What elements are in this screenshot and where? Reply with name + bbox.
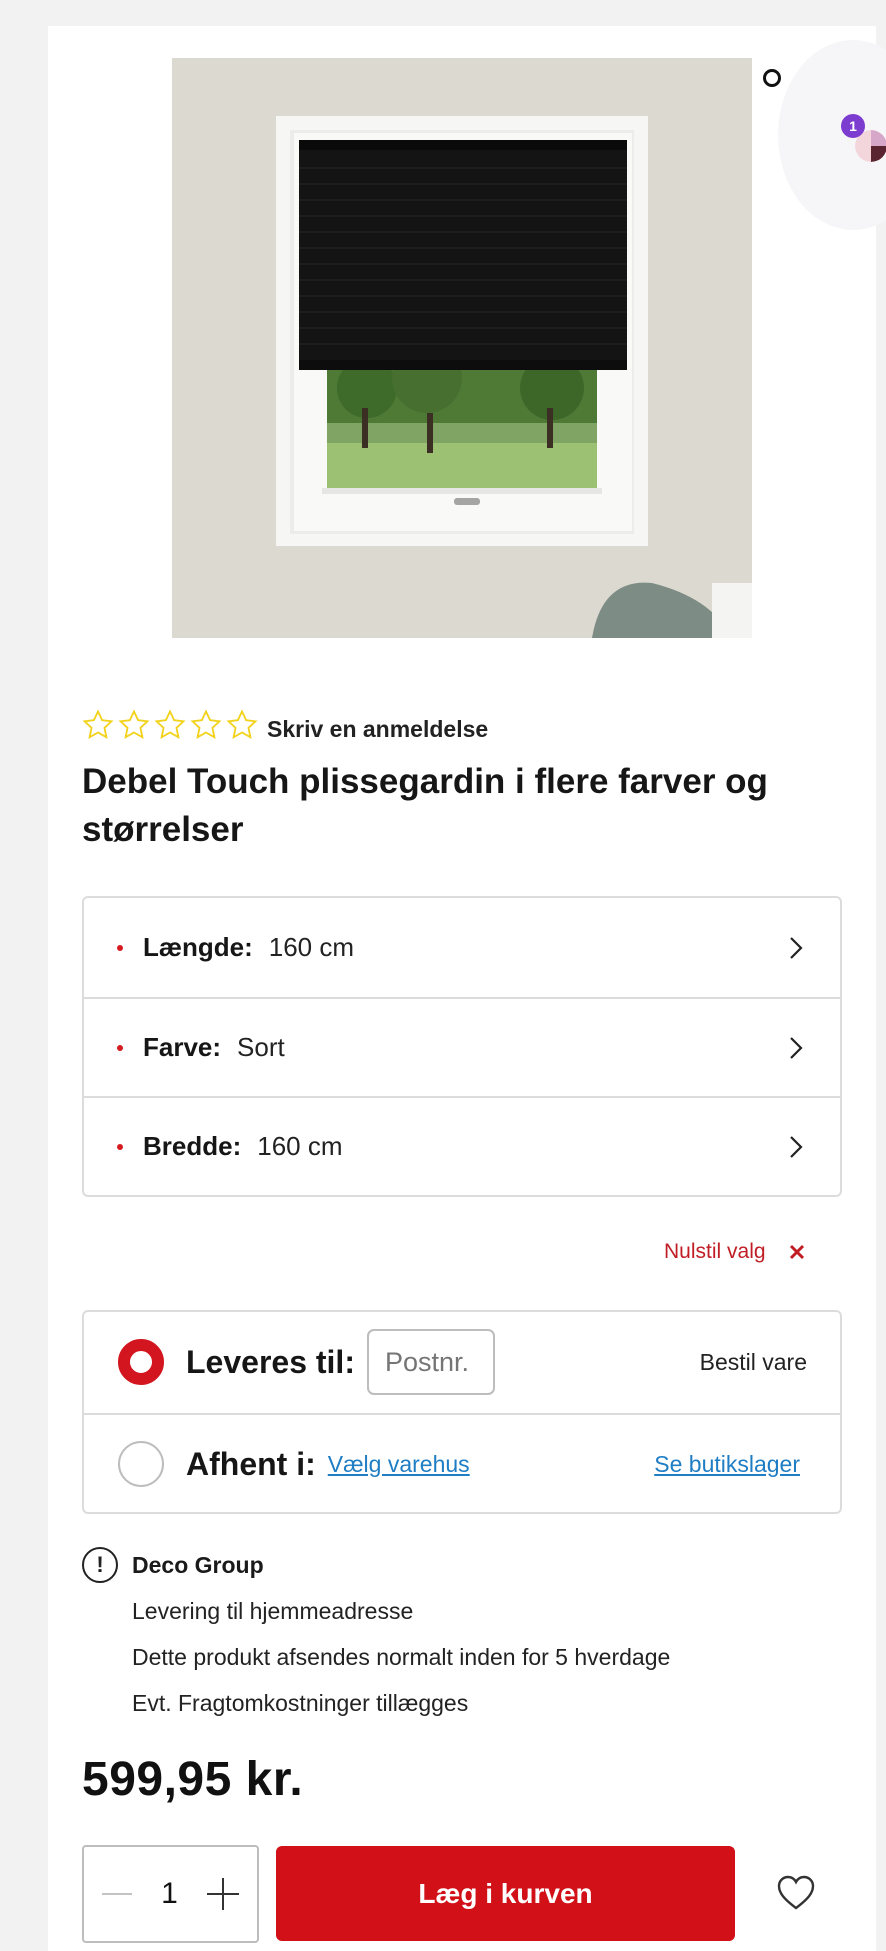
reset-label: Nulstil valg — [664, 1240, 766, 1263]
product-price: 599,95 kr. — [82, 1753, 304, 1806]
vendor-info-line: Levering til hjemmeadresse — [132, 1598, 414, 1624]
required-dot — [117, 1143, 123, 1150]
order-item-text: Bestil vare — [699, 1348, 807, 1375]
reset-selection-button[interactable]: Nulstil valg — [664, 1240, 806, 1264]
product-image[interactable] — [172, 58, 752, 638]
choose-store-link[interactable]: Vælg varehus — [328, 1451, 470, 1478]
option-length[interactable]: Længde: 160 cm — [84, 898, 840, 997]
pickup-radio[interactable] — [118, 1441, 164, 1487]
gallery-indicator-dot[interactable] — [763, 69, 781, 87]
chevron-right-icon — [790, 936, 803, 959]
store-stock-link[interactable]: Se butikslager — [654, 1451, 800, 1478]
star-icon — [190, 709, 222, 739]
option-label: Farve: — [143, 1032, 222, 1062]
option-value: Sort — [237, 1032, 285, 1062]
ship-radio[interactable] — [118, 1339, 164, 1385]
close-icon — [789, 1244, 804, 1260]
product-title: Debel Touch plissegardin i flere farver … — [82, 762, 768, 849]
star-icon — [118, 709, 150, 739]
vendor-info-line: Dette produkt afsendes normalt inden for… — [132, 1644, 671, 1670]
option-value: 160 cm — [268, 932, 355, 962]
vendor-info-line: Evt. Fragtomkostninger tillægges — [132, 1690, 469, 1716]
chevron-right-icon — [790, 1135, 803, 1158]
quantity-value[interactable]: 1 — [161, 1877, 178, 1911]
vendor-name: Deco Group — [132, 1552, 264, 1578]
option-color[interactable]: Farve: Sort — [84, 997, 840, 1096]
rating-stars[interactable] — [81, 708, 259, 742]
option-label: Længde: — [143, 932, 253, 962]
chevron-right-icon — [790, 1036, 803, 1059]
write-review-link[interactable]: Skriv en anmeldelse — [267, 716, 488, 743]
required-dot — [117, 944, 123, 951]
option-label: Bredde: — [143, 1131, 242, 1161]
plus-icon[interactable] — [207, 1878, 239, 1910]
info-icon: ! — [82, 1547, 118, 1583]
heart-icon[interactable] — [776, 1874, 816, 1912]
delivery-options: Leveres til: Bestil vare Afhent i: Vælg … — [82, 1310, 842, 1514]
star-icon — [226, 709, 258, 739]
pickup-label: Afhent i: — [186, 1445, 316, 1482]
add-to-cart-button[interactable]: Læg i kurven — [276, 1846, 735, 1941]
star-icon — [154, 709, 186, 739]
minus-icon[interactable] — [102, 1893, 132, 1895]
delivery-pickup-row: Afhent i: Vælg varehus Se butikslager — [84, 1413, 840, 1513]
required-dot — [117, 1044, 123, 1051]
ship-label: Leveres til: — [186, 1343, 355, 1380]
option-width[interactable]: Bredde: 160 cm — [84, 1096, 840, 1195]
option-value: 160 cm — [257, 1131, 343, 1161]
quantity-stepper: 1 — [82, 1845, 259, 1943]
delivery-ship-row: Leveres til: Bestil vare — [84, 1312, 840, 1412]
notification-badge: 1 — [841, 114, 865, 138]
variant-options: Længde: 160 cm Farve: Sort Bredde: 160 c… — [82, 896, 842, 1197]
star-icon — [82, 709, 114, 739]
postcode-input[interactable] — [366, 1329, 495, 1395]
